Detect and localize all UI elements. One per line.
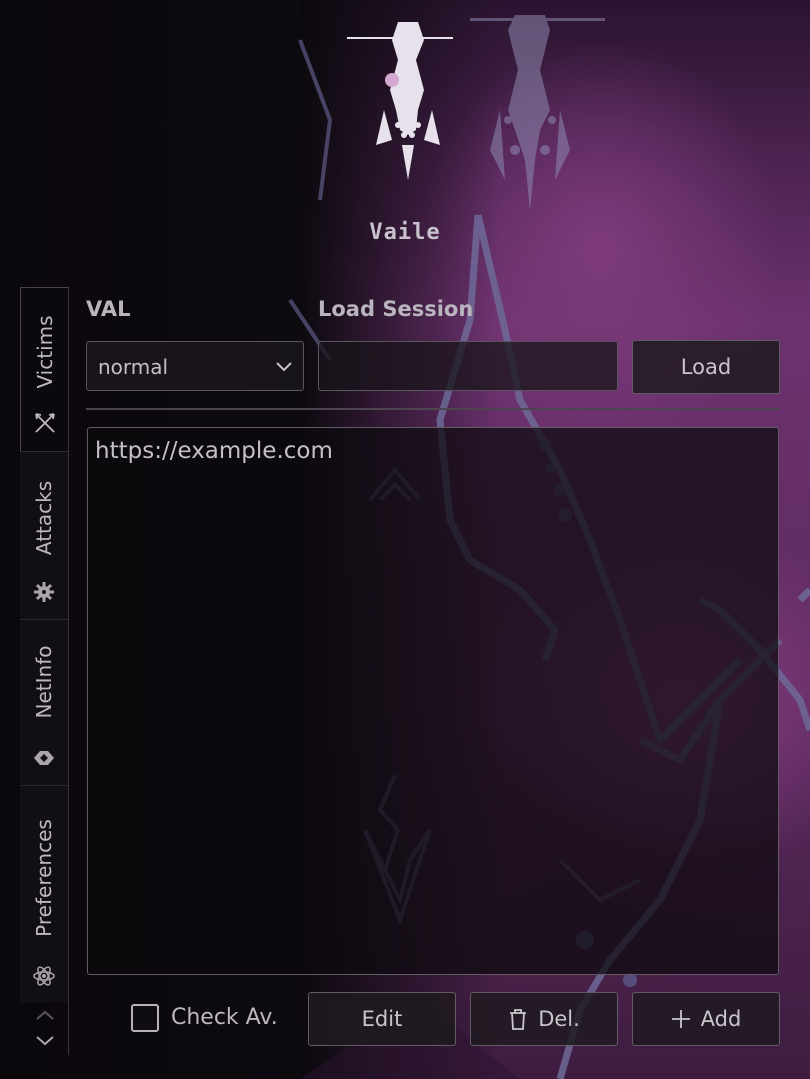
app-window: Vaile Victims Attacks NetInfo Preference…	[0, 0, 810, 1079]
add-button[interactable]: Add	[632, 992, 780, 1046]
tab-attacks[interactable]: Attacks	[20, 451, 68, 620]
tab-victims-label: Victims	[33, 315, 57, 389]
check-availability-checkbox[interactable]	[131, 1004, 159, 1032]
val-label: VAL	[86, 297, 131, 321]
tab-preferences[interactable]: Preferences	[20, 785, 68, 1003]
add-button-label: Add	[700, 1007, 742, 1031]
atom-icon	[33, 966, 55, 986]
chevron-down-icon	[36, 1036, 54, 1046]
chevron-up-icon	[36, 1010, 54, 1020]
delete-button-label: Del.	[538, 1007, 580, 1031]
val-select-value: normal	[98, 355, 169, 379]
targets-text: https://example.com	[95, 438, 333, 464]
shield-icon	[34, 751, 54, 765]
val-select[interactable]: normal	[86, 341, 304, 391]
load-button[interactable]: Load	[632, 340, 780, 394]
tab-preferences-label: Preferences	[32, 819, 56, 937]
load-session-label: Load Session	[318, 297, 474, 321]
load-button-label: Load	[680, 355, 732, 379]
tab-netinfo[interactable]: NetInfo	[20, 619, 68, 786]
tab-attacks-label: Attacks	[32, 480, 56, 556]
targets-textarea[interactable]: https://example.com	[87, 427, 779, 975]
crossed-swords-icon	[35, 413, 55, 433]
load-session-input[interactable]	[318, 341, 618, 391]
tab-scroll-arrows[interactable]	[28, 1005, 62, 1055]
edit-button[interactable]: Edit	[308, 992, 456, 1046]
app-logo-label: Vaile	[369, 220, 441, 245]
plus-icon	[671, 1010, 690, 1028]
check-availability-label: Check Av.	[171, 1005, 278, 1030]
trash-icon	[510, 1009, 527, 1030]
side-tab-bar: Victims Attacks NetInfo Preferences	[20, 287, 70, 1057]
edit-button-label: Edit	[361, 1007, 403, 1031]
app-logo	[347, 15, 605, 210]
chevron-down-icon	[276, 362, 292, 372]
tab-netinfo-label: NetInfo	[32, 645, 56, 719]
divider	[86, 408, 780, 410]
delete-button[interactable]: Del.	[470, 992, 618, 1046]
gear-icon	[34, 582, 54, 602]
tab-victims[interactable]: Victims	[20, 287, 69, 452]
